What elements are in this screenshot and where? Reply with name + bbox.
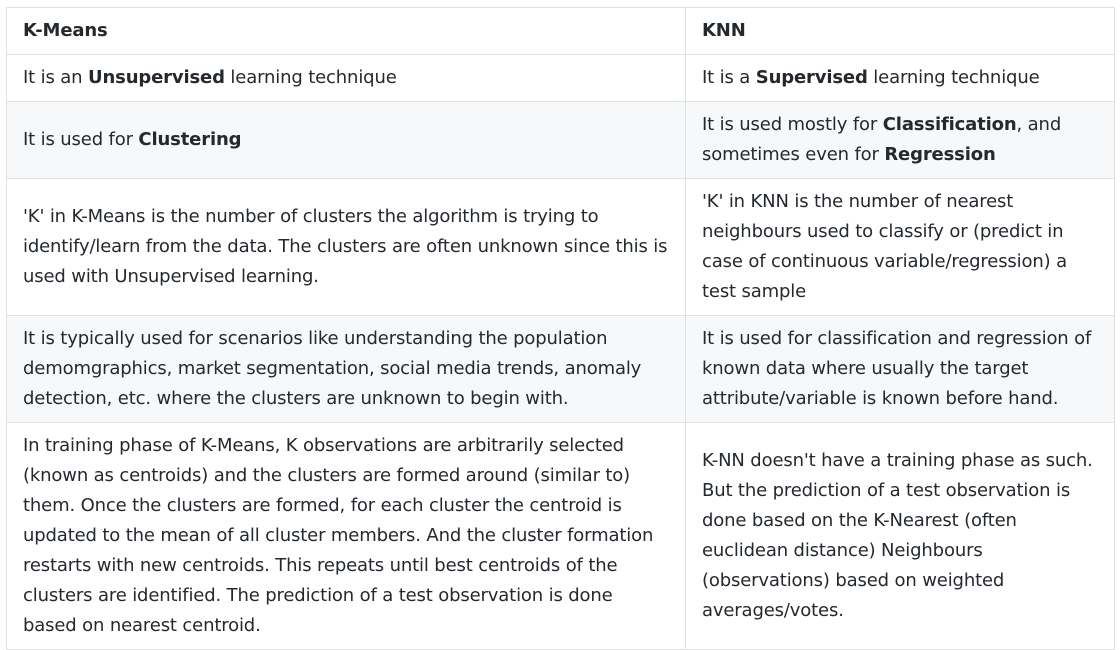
knn-cell: It is used mostly for Classification, an… [686, 102, 1115, 179]
cell-bold-text: Unsupervised [88, 67, 225, 88]
cell-bold-text: Regression [884, 144, 995, 165]
cell-text: 'K' in K-Means is the number of clusters… [23, 206, 667, 287]
table-row: 'K' in K-Means is the number of clusters… [7, 179, 1115, 316]
cell-text: 'K' in KNN is the number of nearest neig… [702, 191, 1067, 302]
table-row: It is an Unsupervised learning technique… [7, 55, 1115, 102]
knn-cell: It is used for classification and regres… [686, 316, 1115, 423]
kmeans-cell: 'K' in K-Means is the number of clusters… [7, 179, 686, 316]
header-kmeans: K-Means [7, 8, 686, 55]
knn-cell: 'K' in KNN is the number of nearest neig… [686, 179, 1115, 316]
cell-text: learning technique [225, 67, 397, 88]
table-row: In training phase of K-Means, K observat… [7, 423, 1115, 650]
cell-text: It is used for [23, 129, 138, 150]
knn-cell: It is a Supervised learning technique [686, 55, 1115, 102]
kmeans-cell: It is an Unsupervised learning technique [7, 55, 686, 102]
cell-text: learning technique [868, 67, 1040, 88]
cell-text: It is an [23, 67, 88, 88]
comparison-table: K-Means KNN It is an Unsupervised learni… [6, 7, 1115, 650]
cell-bold-text: Classification [883, 114, 1017, 135]
cell-text: It is used mostly for [702, 114, 883, 135]
cell-text: In training phase of K-Means, K observat… [23, 435, 653, 636]
header-row: K-Means KNN [7, 8, 1115, 55]
cell-bold-text: Supervised [756, 67, 868, 88]
cell-text: It is typically used for scenarios like … [23, 328, 641, 409]
cell-text: It is a [702, 67, 756, 88]
cell-text: K-NN doesn't have a training phase as su… [702, 450, 1093, 621]
knn-cell: K-NN doesn't have a training phase as su… [686, 423, 1115, 650]
cell-text: It is used for classification and regres… [702, 328, 1091, 409]
table-row: It is typically used for scenarios like … [7, 316, 1115, 423]
kmeans-cell: It is used for Clustering [7, 102, 686, 179]
header-knn: KNN [686, 8, 1115, 55]
cell-bold-text: Clustering [138, 129, 241, 150]
table-row: It is used for Clustering It is used mos… [7, 102, 1115, 179]
kmeans-cell: In training phase of K-Means, K observat… [7, 423, 686, 650]
kmeans-cell: It is typically used for scenarios like … [7, 316, 686, 423]
